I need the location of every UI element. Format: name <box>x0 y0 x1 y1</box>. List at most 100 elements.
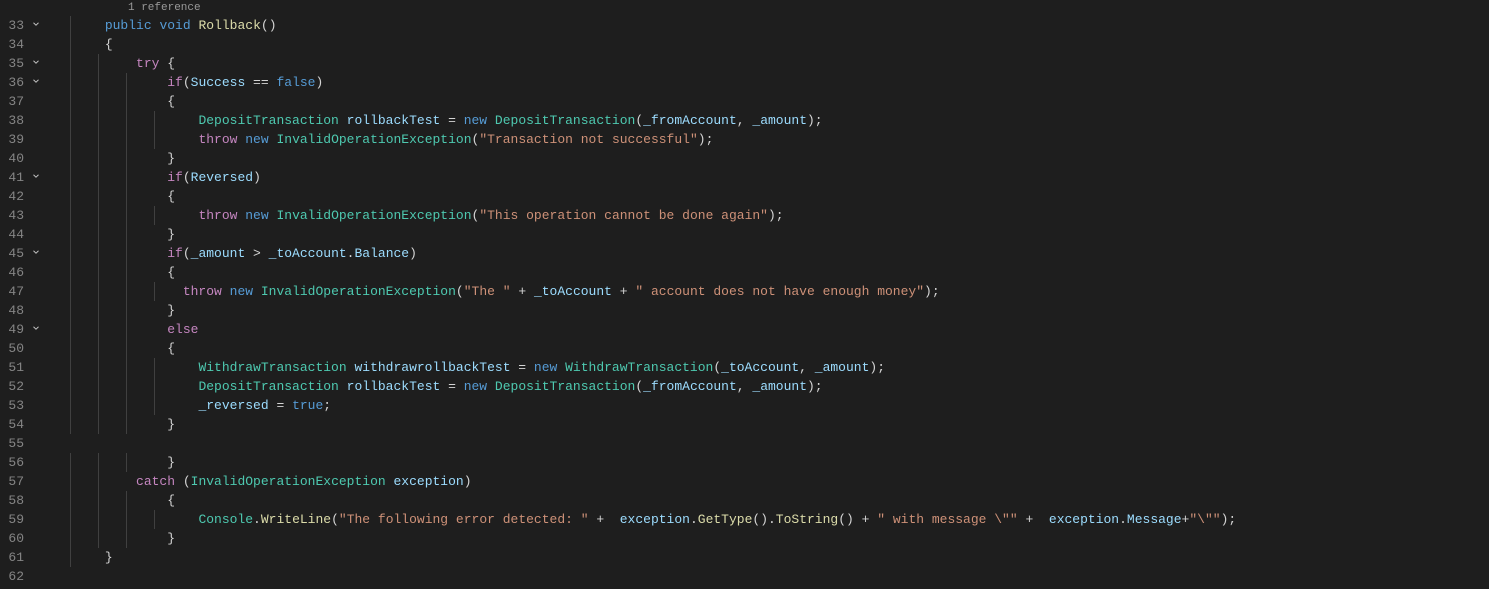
line-number: 55 <box>4 434 24 453</box>
indent-guide <box>98 453 99 472</box>
line-number: 49 <box>4 320 24 339</box>
gutter-row: 48 <box>0 301 44 320</box>
code-line[interactable]: catch (InvalidOperationException excepti… <box>58 472 1489 491</box>
chevron-down-icon[interactable] <box>30 244 42 263</box>
indent-guide <box>70 358 71 377</box>
code-line[interactable]: { <box>58 339 1489 358</box>
gutter-row: 50 <box>0 339 44 358</box>
indent-guide <box>126 206 127 225</box>
code-line[interactable]: } <box>58 529 1489 548</box>
indent-guide <box>126 453 127 472</box>
chevron-down-icon[interactable] <box>30 73 42 92</box>
chevron-down-icon[interactable] <box>30 54 42 73</box>
gutter-row: 42 <box>0 187 44 206</box>
code-line[interactable] <box>58 434 1489 453</box>
indent-guide <box>126 225 127 244</box>
indent-guide <box>98 358 99 377</box>
indent-guide <box>70 187 71 206</box>
indent-guide <box>98 472 99 491</box>
line-number: 61 <box>4 548 24 567</box>
indent-guide <box>126 168 127 187</box>
code-line[interactable]: { <box>58 491 1489 510</box>
indent-guide <box>70 282 71 301</box>
indent-guide <box>154 396 155 415</box>
gutter-row: 51 <box>0 358 44 377</box>
code-line[interactable]: DepositTransaction rollbackTest = new De… <box>58 377 1489 396</box>
chevron-down-icon[interactable] <box>30 168 42 187</box>
gutter-row: 45 <box>0 244 44 263</box>
code-line[interactable]: } <box>58 415 1489 434</box>
indent-guide <box>98 529 99 548</box>
indent-guide <box>70 491 71 510</box>
indent-guide <box>98 491 99 510</box>
code-line[interactable]: { <box>58 35 1489 54</box>
code-content-area[interactable]: 1 reference public void Rollback() { try… <box>50 0 1489 589</box>
indent-guide <box>98 111 99 130</box>
indent-guide <box>70 244 71 263</box>
indent-guide <box>98 168 99 187</box>
indent-guide <box>70 472 71 491</box>
gutter-row: 55 <box>0 434 44 453</box>
line-number: 50 <box>4 339 24 358</box>
code-line[interactable]: try { <box>58 54 1489 73</box>
code-line[interactable]: { <box>58 92 1489 111</box>
gutter-row: 38 <box>0 111 44 130</box>
code-line[interactable]: public void Rollback() <box>58 16 1489 35</box>
indent-guide <box>126 130 127 149</box>
indent-guide <box>70 225 71 244</box>
indent-guide <box>154 510 155 529</box>
code-line[interactable]: if(Reversed) <box>58 168 1489 187</box>
gutter-row: 33 <box>0 16 44 35</box>
gutter-row: 53 <box>0 396 44 415</box>
gutter-row: 37 <box>0 92 44 111</box>
line-number: 47 <box>4 282 24 301</box>
indent-guide <box>70 339 71 358</box>
indent-guide <box>70 206 71 225</box>
indent-guide <box>154 358 155 377</box>
indent-guide <box>126 92 127 111</box>
indent-guide <box>98 282 99 301</box>
code-line[interactable] <box>58 567 1489 586</box>
code-line[interactable]: throw new InvalidOperationException("Thi… <box>58 206 1489 225</box>
indent-guide <box>126 320 127 339</box>
code-line[interactable]: throw new InvalidOperationException("The… <box>58 282 1489 301</box>
code-line[interactable]: if(Success == false) <box>58 73 1489 92</box>
indent-guide <box>70 377 71 396</box>
code-line[interactable]: } <box>58 149 1489 168</box>
chevron-down-icon[interactable] <box>30 320 42 339</box>
code-line[interactable]: { <box>58 187 1489 206</box>
indent-guide <box>98 92 99 111</box>
indent-guide <box>70 73 71 92</box>
code-line[interactable]: } <box>58 225 1489 244</box>
gutter-row: 36 <box>0 73 44 92</box>
code-line[interactable]: _reversed = true; <box>58 396 1489 415</box>
code-line[interactable]: throw new InvalidOperationException("Tra… <box>58 130 1489 149</box>
code-line[interactable]: } <box>58 453 1489 472</box>
code-line[interactable]: } <box>58 301 1489 320</box>
line-number: 43 <box>4 206 24 225</box>
indent-guide <box>154 377 155 396</box>
indent-guide <box>126 111 127 130</box>
code-line[interactable]: else <box>58 320 1489 339</box>
indent-guide <box>70 529 71 548</box>
line-number: 38 <box>4 111 24 130</box>
code-line[interactable]: { <box>58 263 1489 282</box>
code-line[interactable]: if(_amount > _toAccount.Balance) <box>58 244 1489 263</box>
line-number: 51 <box>4 358 24 377</box>
gutter-row: 40 <box>0 149 44 168</box>
code-line[interactable]: } <box>58 548 1489 567</box>
indent-guide <box>98 149 99 168</box>
line-number: 57 <box>4 472 24 491</box>
code-line[interactable]: Console.WriteLine("The following error d… <box>58 510 1489 529</box>
gutter-row: 59 <box>0 510 44 529</box>
codelens-references[interactable]: 1 reference <box>58 0 1489 16</box>
indent-guide <box>70 263 71 282</box>
chevron-down-icon[interactable] <box>30 16 42 35</box>
gutter-row: 60 <box>0 529 44 548</box>
line-number: 42 <box>4 187 24 206</box>
indent-guide <box>70 54 71 73</box>
indent-guide <box>126 491 127 510</box>
gutter-row: 54 <box>0 415 44 434</box>
code-line[interactable]: WithdrawTransaction withdrawrollbackTest… <box>58 358 1489 377</box>
code-line[interactable]: DepositTransaction rollbackTest = new De… <box>58 111 1489 130</box>
